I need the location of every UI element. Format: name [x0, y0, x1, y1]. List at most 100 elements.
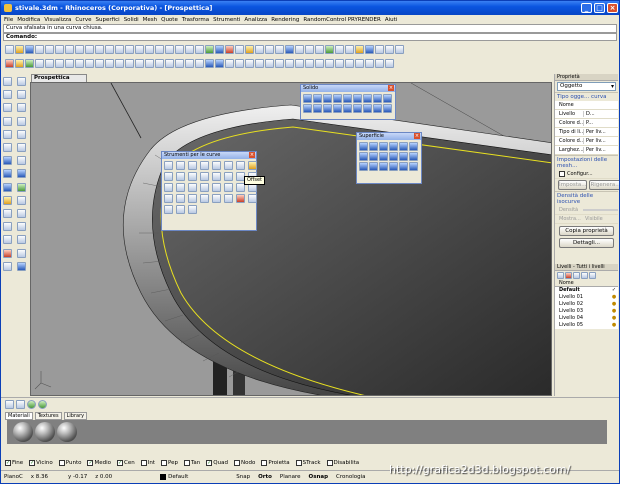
- select-arrow-icon[interactable]: [3, 77, 12, 86]
- explode-icon[interactable]: [105, 59, 114, 68]
- layer-row[interactable]: Default ✓: [555, 287, 618, 294]
- points-on-icon[interactable]: [155, 59, 164, 68]
- property-row[interactable]: Livello D...: [555, 110, 618, 119]
- options-icon[interactable]: [275, 45, 284, 54]
- fillet-surface-icon[interactable]: [409, 162, 418, 171]
- cone-icon[interactable]: [343, 94, 352, 103]
- undo-icon[interactable]: [85, 45, 94, 54]
- menu-quote[interactable]: Quote: [161, 17, 182, 23]
- mesh-set-button[interactable]: Imposta...: [558, 180, 588, 190]
- point-icon[interactable]: [25, 59, 34, 68]
- ellipse-tool-icon[interactable]: [3, 129, 12, 139]
- rebuild-icon[interactable]: [175, 59, 184, 68]
- property-row[interactable]: Tipo di li... Per liv...: [555, 128, 618, 137]
- four-views-icon[interactable]: [175, 45, 184, 54]
- osnap-checkbox[interactable]: [140, 460, 147, 466]
- tab-library[interactable]: Library: [63, 412, 88, 420]
- isocurve-section[interactable]: Densità delle isocurve: [555, 191, 618, 206]
- truncated-cone-icon[interactable]: [353, 94, 362, 103]
- open-file-icon[interactable]: [15, 45, 24, 54]
- mirror-icon[interactable]: [75, 59, 84, 68]
- tab-materiali[interactable]: Materiali: [5, 412, 33, 420]
- join-curve-icon[interactable]: [236, 161, 245, 170]
- plane-icon[interactable]: [369, 142, 378, 151]
- chamfer-icon[interactable]: [195, 59, 204, 68]
- extrude-icon[interactable]: [345, 59, 354, 68]
- osnap-int[interactable]: Int: [140, 460, 155, 466]
- hide-icon[interactable]: [345, 45, 354, 54]
- remove-knot-icon[interactable]: [176, 183, 185, 192]
- light-bulb-icon[interactable]: [395, 45, 404, 54]
- menu-mesh[interactable]: Mesh: [143, 17, 161, 23]
- osnap-medio[interactable]: ✓ Medio: [87, 460, 111, 466]
- menu-analizza[interactable]: Analizza: [244, 17, 271, 23]
- rectangle-tool-icon[interactable]: [17, 103, 26, 113]
- select-icon[interactable]: [325, 45, 334, 54]
- heightfield-icon[interactable]: [379, 162, 388, 171]
- isocurve-icon[interactable]: [200, 194, 209, 203]
- grid-icon[interactable]: [195, 45, 204, 54]
- osnap-toggle[interactable]: Osnap: [309, 474, 329, 480]
- lightbulb-icon[interactable]: ●: [610, 308, 618, 315]
- undo-view-icon[interactable]: [165, 45, 174, 54]
- osnap-checkbox[interactable]: [183, 460, 190, 466]
- curve-tools-header[interactable]: Strumenti per le curve ×: [162, 152, 256, 159]
- layer-row[interactable]: Livello 02 ●: [555, 301, 618, 308]
- smooth-icon[interactable]: [200, 172, 209, 181]
- duplicate-border-icon[interactable]: [188, 194, 197, 203]
- layer-row[interactable]: Livello 04 ●: [555, 315, 618, 322]
- cylinder-tool-icon[interactable]: [3, 182, 12, 192]
- property-row[interactable]: Colore d... P...: [555, 119, 618, 128]
- sweep-icon[interactable]: [325, 59, 334, 68]
- snap-toggle[interactable]: Snap: [236, 474, 250, 480]
- rebuild-curve-icon[interactable]: [164, 172, 173, 181]
- minimize-button[interactable]: _: [581, 3, 592, 13]
- delete-layer-icon[interactable]: [565, 272, 572, 279]
- analyze-tool-icon[interactable]: [17, 248, 26, 258]
- layer-up-icon[interactable]: [573, 272, 580, 279]
- group-icon[interactable]: [135, 59, 144, 68]
- mesh-regen-button[interactable]: Rigenera...: [589, 180, 619, 190]
- curve-boolean-icon[interactable]: [176, 205, 185, 214]
- property-row[interactable]: Larghez... Per liv...: [555, 146, 618, 155]
- mesh-settings-section[interactable]: Impostazioni delle mesh...: [555, 155, 618, 170]
- array-icon[interactable]: [85, 59, 94, 68]
- menu-file[interactable]: File: [4, 17, 17, 23]
- material-sphere-green-icon[interactable]: [27, 400, 36, 409]
- intersection-icon[interactable]: [363, 104, 372, 113]
- revolve-surface-icon[interactable]: [389, 152, 398, 161]
- section-icon[interactable]: [164, 194, 173, 203]
- polygon-tool-icon[interactable]: [17, 129, 26, 139]
- star-icon[interactable]: [15, 59, 24, 68]
- show-row[interactable]: Mostra... Visibile: [555, 215, 618, 224]
- surface-tool-icon[interactable]: [3, 156, 12, 166]
- osnap-checkbox[interactable]: ✓: [206, 460, 213, 466]
- osnap-fine[interactable]: ✓ Fine: [5, 460, 23, 466]
- maximize-button[interactable]: □: [594, 3, 605, 13]
- menu-strumenti[interactable]: Strumenti: [213, 17, 244, 23]
- point-tool-icon[interactable]: [17, 77, 26, 86]
- osnap-strack[interactable]: STrack: [295, 460, 321, 466]
- area-icon[interactable]: [275, 59, 284, 68]
- simplify-icon[interactable]: [188, 172, 197, 181]
- match-curve-icon[interactable]: [212, 161, 221, 170]
- seam-icon[interactable]: [188, 183, 197, 192]
- edge-surface-icon[interactable]: [379, 142, 388, 151]
- scale-icon[interactable]: [65, 59, 74, 68]
- layer-row[interactable]: Livello 03 ●: [555, 308, 618, 315]
- revolve-icon[interactable]: [335, 59, 344, 68]
- analyze-icon[interactable]: [305, 45, 314, 54]
- lightbulb-icon[interactable]: ●: [610, 301, 618, 308]
- zoom-icon[interactable]: [125, 45, 134, 54]
- lightbulb-icon[interactable]: ●: [610, 322, 618, 329]
- change-degree-icon[interactable]: [212, 172, 221, 181]
- osnap-cen[interactable]: ✓ Cen: [116, 460, 135, 466]
- project-icon[interactable]: [295, 59, 304, 68]
- property-row[interactable]: Colore d... Per liv...: [555, 137, 618, 146]
- volume-icon[interactable]: [285, 59, 294, 68]
- layer-row[interactable]: Livello 05 ●: [555, 322, 618, 329]
- line-tool-icon[interactable]: [3, 90, 12, 100]
- osnap-checkbox[interactable]: ✓: [116, 460, 123, 466]
- filter-icon[interactable]: [589, 272, 596, 279]
- distance-icon[interactable]: [255, 59, 264, 68]
